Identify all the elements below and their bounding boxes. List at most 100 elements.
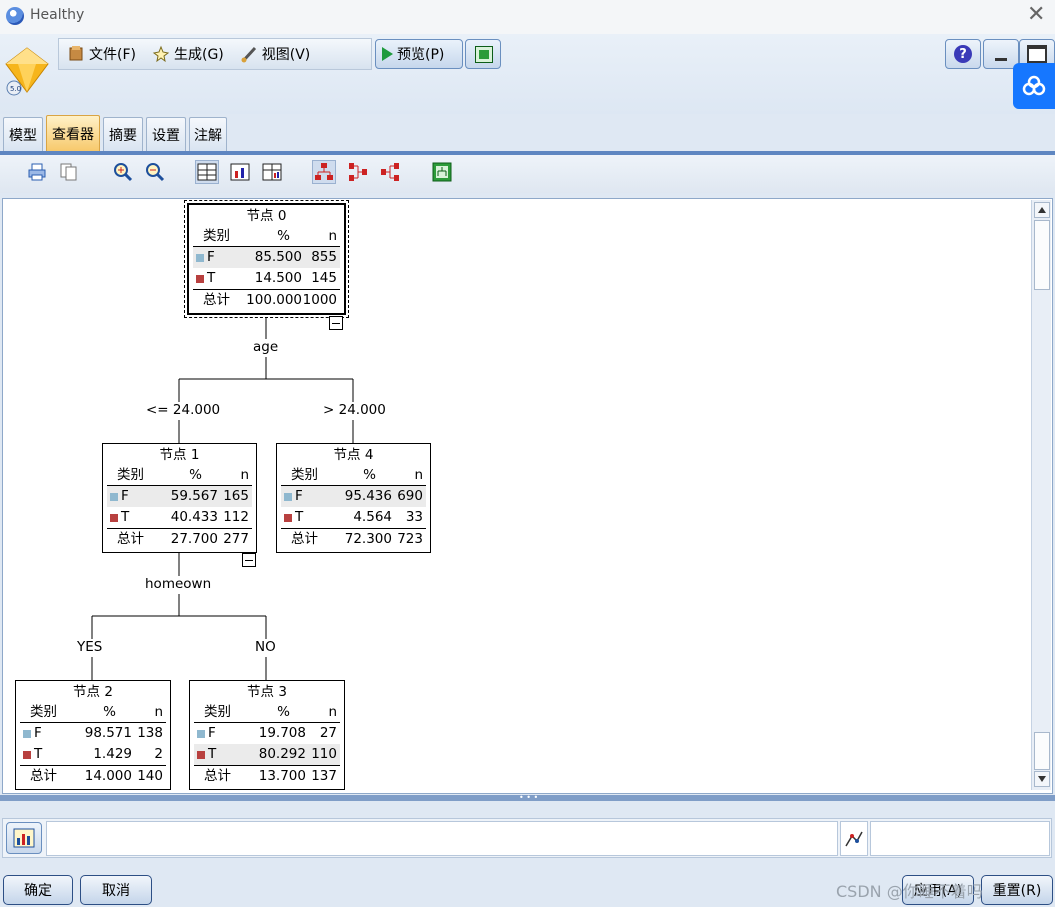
total-n: 723 <box>397 531 423 547</box>
split-condition-no: NO <box>255 639 276 655</box>
row-category: F <box>295 488 303 504</box>
row-n: 690 <box>397 488 423 504</box>
row-category: T <box>295 509 304 525</box>
header-n: n <box>414 466 423 483</box>
node-row-f: F 98.571 138 <box>20 723 166 744</box>
row-percent: 14.500 <box>254 270 302 286</box>
f-swatch-icon <box>110 492 118 501</box>
total-label: 总计 <box>291 531 318 547</box>
row-percent: 80.292 <box>258 746 306 762</box>
node-row-f: F 85.500 855 <box>193 247 340 268</box>
row-category: T <box>207 270 216 286</box>
t-swatch-icon <box>284 513 292 522</box>
node-header-row: 类别 % n <box>193 226 340 247</box>
row-n: 165 <box>223 488 249 504</box>
total-percent: 13.700 <box>258 768 306 784</box>
total-n: 140 <box>137 768 163 784</box>
row-category: F <box>207 249 215 265</box>
node-title: 节点 2 <box>73 684 113 700</box>
node-header-row: 类别 % n <box>194 702 340 723</box>
row-percent: 40.433 <box>170 509 218 525</box>
row-n: 138 <box>137 725 163 741</box>
node-header-row: 类别 % n <box>20 702 166 723</box>
cancel-label: 取消 <box>102 883 130 899</box>
ok-label: 确定 <box>24 883 52 899</box>
reset-button[interactable]: 重置(R) <box>981 875 1053 905</box>
vertical-scrollbar[interactable] <box>1031 200 1051 790</box>
row-n: 145 <box>311 270 337 286</box>
header-percent: % <box>363 466 376 483</box>
split-variable-homeown: homeown <box>145 576 212 592</box>
total-n: 277 <box>223 531 249 547</box>
node-row-t: T 40.433 112 <box>107 507 252 528</box>
tree-node-0[interactable]: 节点 0 类别 % n F 85.500 855 T 14.500 145 总计… <box>184 200 349 318</box>
row-percent: 98.571 <box>84 725 132 741</box>
line-chart-icon <box>845 831 863 846</box>
chart-button[interactable] <box>6 822 42 854</box>
f-swatch-icon <box>284 492 292 501</box>
header-category: 类别 <box>203 227 230 244</box>
total-label: 总计 <box>203 292 230 308</box>
row-percent: 4.564 <box>353 509 392 525</box>
node-total-row: 总计 13.700 137 <box>194 766 340 787</box>
collapse-node-1-icon[interactable] <box>242 553 256 567</box>
node-total-row: 总计 14.000 140 <box>20 766 166 787</box>
header-n: n <box>154 703 163 720</box>
line-chart-button[interactable] <box>840 821 868 856</box>
total-n: 137 <box>311 768 337 784</box>
scroll-down-icon[interactable] <box>1034 771 1050 787</box>
tree-node-4[interactable]: 节点 4 类别 % n F 95.436 690 T 4.564 33 总计 7… <box>276 443 431 553</box>
row-percent: 59.567 <box>170 488 218 504</box>
cancel-button[interactable]: 取消 <box>80 875 152 905</box>
reset-label: 重置(R) <box>992 883 1042 899</box>
panel-splitter[interactable]: • • • <box>0 794 1055 802</box>
tree-node-2[interactable]: 节点 2 类别 % n F 98.571 138 T 1.429 2 总计 14… <box>15 680 171 790</box>
row-category: F <box>208 725 216 741</box>
status-text-field[interactable] <box>46 821 838 856</box>
row-n: 110 <box>311 746 337 762</box>
node-title: 节点 1 <box>159 447 200 463</box>
total-label: 总计 <box>30 768 57 784</box>
header-n: n <box>240 466 249 483</box>
scroll-up-icon[interactable] <box>1034 202 1050 218</box>
total-label: 总计 <box>204 768 231 784</box>
total-percent: 27.700 <box>170 531 218 547</box>
header-n: n <box>328 703 337 720</box>
split-condition-right: > 24.000 <box>323 402 386 418</box>
row-category: T <box>121 509 130 525</box>
total-percent: 72.300 <box>344 531 392 547</box>
total-label: 总计 <box>117 531 144 547</box>
node-row-t: T 14.500 145 <box>193 268 340 289</box>
row-category: F <box>34 725 42 741</box>
split-condition-left: <= 24.000 <box>146 402 221 418</box>
row-category: F <box>121 488 129 504</box>
scroll-thumb[interactable] <box>1034 220 1050 290</box>
f-swatch-icon <box>196 253 204 262</box>
row-n: 855 <box>311 249 337 265</box>
ok-button[interactable]: 确定 <box>3 875 73 905</box>
header-percent: % <box>277 227 290 244</box>
row-n: 112 <box>223 509 249 525</box>
node-row-f: F 19.708 27 <box>194 723 340 744</box>
header-category: 类别 <box>30 703 57 720</box>
node-row-t: T 1.429 2 <box>20 744 166 765</box>
tree-node-1[interactable]: 节点 1 类别 % n F 59.567 165 T 40.433 112 总计… <box>102 443 257 553</box>
total-percent: 14.000 <box>84 768 132 784</box>
collapse-node-0-icon[interactable] <box>329 316 343 330</box>
tree-node-3[interactable]: 节点 3 类别 % n F 19.708 27 T 80.292 110 总计 … <box>189 680 345 790</box>
t-swatch-icon <box>196 274 204 283</box>
header-category: 类别 <box>291 466 318 483</box>
node-header-row: 类别 % n <box>281 465 426 486</box>
split-variable-age: age <box>253 339 279 355</box>
node-title: 节点 4 <box>333 447 374 463</box>
header-percent: % <box>189 466 202 483</box>
node-row-f: F 59.567 165 <box>107 486 252 507</box>
secondary-field[interactable] <box>870 821 1050 856</box>
row-n: 33 <box>405 509 423 525</box>
node-title: 节点 3 <box>247 684 287 700</box>
node-title: 节点 0 <box>246 208 287 224</box>
row-n: 27 <box>319 725 337 741</box>
total-n: 1000 <box>302 292 337 308</box>
row-category: T <box>208 746 217 762</box>
scroll-track[interactable] <box>1034 292 1050 732</box>
